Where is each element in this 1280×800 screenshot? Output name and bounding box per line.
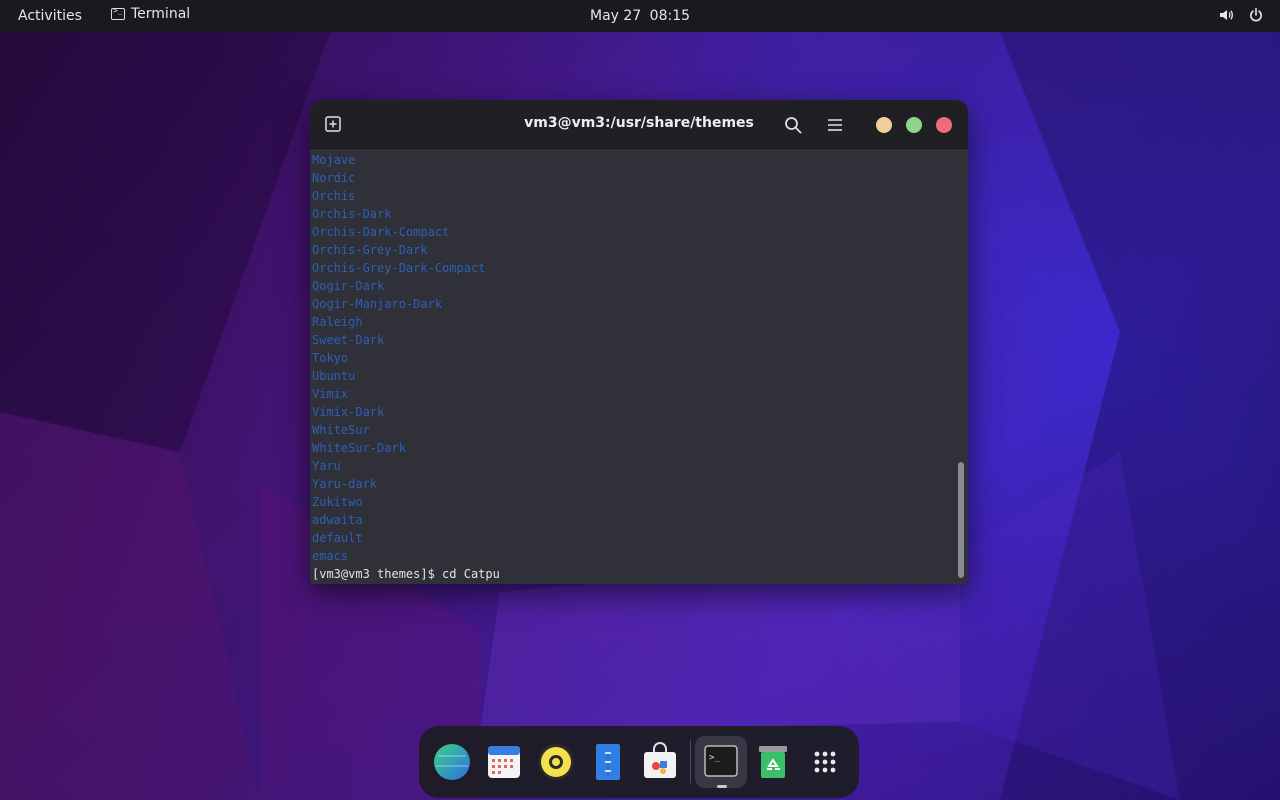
close-button[interactable] <box>936 117 952 133</box>
dock-separator <box>690 740 691 784</box>
system-menu[interactable] <box>1218 7 1264 23</box>
app-grid-icon <box>814 751 836 773</box>
svg-text:>_: >_ <box>709 753 720 763</box>
listing-item: adwaita <box>312 513 363 527</box>
music-player-icon <box>538 744 574 780</box>
listing-item: Vimix-Dark <box>312 405 385 419</box>
browser-launcher[interactable] <box>426 736 478 788</box>
listing-item: Qogir-Manjaro-Dark <box>312 297 443 311</box>
software-store-launcher[interactable] <box>634 736 686 788</box>
listing-item: Orchis-Grey-Dark <box>312 243 428 257</box>
listing-item: Nordic <box>312 171 356 185</box>
terminal-launcher[interactable]: >_ <box>695 736 747 788</box>
listing-item: Orchis-Dark-Compact <box>312 225 450 239</box>
hamburger-menu-icon[interactable] <box>827 117 843 133</box>
listing-item: Qogir-Dark <box>312 279 385 293</box>
dock: >_ <box>419 726 859 798</box>
date: May 27 <box>589 8 642 24</box>
listing-item: default <box>312 531 363 545</box>
listing-item: Zukitwo <box>312 495 363 509</box>
calendar-launcher[interactable] <box>478 736 530 788</box>
listing-item: Orchis-Grey-Dark-Compact <box>312 261 486 275</box>
maximize-button[interactable] <box>906 117 922 133</box>
terminal-window: vm3@vm3:/usr/share/themes Mojave Nordic … <box>310 100 968 584</box>
power-icon <box>1250 7 1262 22</box>
listing-item: Yaru <box>312 459 341 473</box>
volume-icon <box>1220 10 1233 20</box>
listing-item: Ubuntu <box>312 369 356 383</box>
files-launcher[interactable] <box>582 736 634 788</box>
listing-item: Orchis <box>312 189 356 203</box>
calendar-icon <box>488 746 520 778</box>
listing-item: Mojave <box>312 153 356 167</box>
files-icon <box>596 744 620 780</box>
trash-launcher[interactable] <box>747 736 799 788</box>
listing-item: Vimix <box>312 387 349 401</box>
trash-icon <box>759 746 787 778</box>
music-player-launcher[interactable] <box>530 736 582 788</box>
listing-item: WhiteSur-Dark <box>312 441 406 455</box>
minimize-button[interactable] <box>876 117 892 133</box>
search-icon[interactable] <box>784 116 802 134</box>
running-indicator <box>717 785 727 788</box>
show-apps-button[interactable] <box>799 736 851 788</box>
listing-item: Raleigh <box>312 315 363 329</box>
terminal-output[interactable]: Mojave Nordic Orchis Orchis-Dark Orchis-… <box>310 149 956 584</box>
terminal-icon: >_ <box>704 745 738 777</box>
command-prompt[interactable]: [vm3@vm3 themes]$ cd Catpu <box>312 565 500 583</box>
header-bar: vm3@vm3:/usr/share/themes <box>310 100 968 149</box>
listing-item: Tokyo <box>312 351 349 365</box>
window-title: vm3@vm3:/usr/share/themes <box>524 115 754 131</box>
time: 08:15 <box>649 8 691 24</box>
listing-item: Sweet-Dark <box>312 333 385 347</box>
listing-item: Yaru-dark <box>312 477 378 491</box>
software-store-icon <box>644 742 676 778</box>
browser-icon <box>434 744 470 780</box>
scrollbar[interactable] <box>958 462 964 578</box>
top-bar: Activities Terminal May 27 08:15 <box>0 0 1280 32</box>
listing-item: Orchis-Dark <box>312 207 392 221</box>
listing-item: WhiteSur <box>312 423 370 437</box>
listing-item: emacs <box>312 549 349 563</box>
clock[interactable]: May 27 08:15 <box>0 8 1280 24</box>
